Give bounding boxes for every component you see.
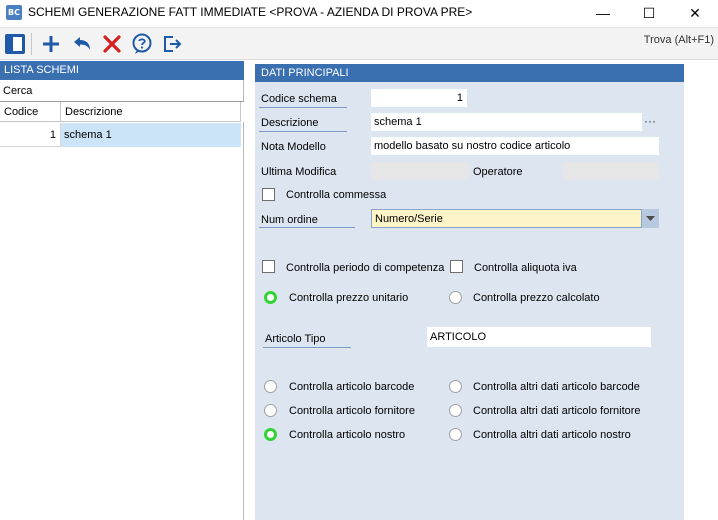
row-description: schema 1 (61, 123, 241, 147)
panel-toggle-button[interactable] (2, 31, 28, 57)
row-code: 1 (0, 123, 61, 147)
articolo-tipo-field[interactable]: ARTICOLO (427, 327, 651, 347)
codice-schema-field[interactable]: 1 (371, 89, 467, 107)
search-input[interactable] (44, 82, 243, 100)
help-button[interactable] (129, 31, 155, 57)
detail-panel: DATI PRINCIPALI Codice schema 1 Descrizi… (245, 61, 718, 520)
find-button[interactable]: Trova (Alt+F1) (644, 34, 714, 46)
ultima-modifica-label: Ultima Modifica (261, 166, 337, 178)
altri-dati-nostro-radio[interactable] (449, 428, 462, 441)
delete-button[interactable] (99, 31, 125, 57)
codice-schema-label: Codice schema (261, 93, 337, 105)
exit-button[interactable] (159, 31, 185, 57)
controlla-commessa-label: Controlla commessa (286, 189, 387, 201)
window-title: SCHEMI GENERAZIONE FATT IMMEDIATE <PROVA… (28, 5, 473, 19)
exit-icon (164, 36, 182, 52)
prezzo-unitario-radio[interactable] (264, 291, 277, 304)
controlla-periodo-checkbox[interactable] (262, 260, 275, 273)
app-icon: BC (6, 5, 22, 20)
articolo-barcode-label: Controlla articolo barcode (289, 381, 415, 393)
altri-dati-barcode-label: Controlla altri dati articolo barcode (473, 381, 640, 393)
table-row[interactable]: 1 schema 1 (0, 123, 241, 147)
controlla-aliquota-label: Controlla aliquota iva (474, 262, 577, 274)
help-icon (132, 33, 152, 54)
prezzo-calcolato-radio[interactable] (449, 291, 462, 304)
column-header-descrizione[interactable]: Descrizione (61, 102, 241, 122)
operatore-label: Operatore (473, 166, 523, 178)
minimize-icon: — (596, 5, 610, 21)
undo-button[interactable] (69, 31, 95, 57)
toolbar-separator (31, 33, 32, 55)
ultima-modifica-field (371, 162, 469, 180)
undo-icon (74, 37, 90, 50)
grid-header-filler (241, 102, 244, 122)
schema-list-panel: LISTA SCHEMI Cerca Codice Descrizione 1 … (0, 61, 244, 520)
articolo-fornitore-radio[interactable] (264, 404, 277, 417)
controlla-commessa-checkbox[interactable] (262, 188, 275, 201)
articolo-fornitore-label: Controlla articolo fornitore (289, 405, 415, 417)
form-header: DATI PRINCIPALI (255, 64, 684, 82)
label-underline (259, 227, 355, 228)
label-underline (259, 131, 347, 132)
articolo-nostro-radio[interactable] (264, 428, 277, 441)
schema-grid: Codice Descrizione 1 schema 1 (0, 101, 244, 520)
nota-modello-label: Nota Modello (261, 141, 326, 153)
title-bar: BC SCHEMI GENERAZIONE FATT IMMEDIATE <PR… (0, 0, 718, 26)
altri-dati-fornitore-radio[interactable] (449, 404, 462, 417)
prezzo-unitario-label: Controlla prezzo unitario (289, 292, 409, 304)
list-header: LISTA SCHEMI (0, 61, 244, 80)
maximize-icon: ☐ (642, 4, 656, 21)
altri-dati-nostro-label: Controlla altri dati articolo nostro (473, 429, 631, 441)
close-window-button[interactable]: ✕ (672, 0, 718, 26)
articolo-tipo-label: Articolo Tipo (265, 333, 326, 345)
altri-dati-barcode-radio[interactable] (449, 380, 462, 393)
label-underline (259, 107, 347, 108)
num-ordine-dropdown-button[interactable] (642, 209, 659, 228)
chevron-down-icon (646, 215, 655, 221)
num-ordine-label: Num ordine (261, 214, 318, 226)
main-data-form: DATI PRINCIPALI Codice schema 1 Descrizi… (255, 64, 684, 520)
panel-toggle-icon (5, 34, 25, 54)
controlla-aliquota-checkbox[interactable] (450, 260, 463, 273)
descrizione-label: Descrizione (261, 117, 319, 129)
plus-icon (43, 36, 59, 52)
descrizione-field[interactable]: schema 1 (371, 113, 642, 131)
toolbar: Trova (Alt+F1) (0, 27, 718, 60)
search-label: Cerca (3, 85, 33, 97)
num-ordine-select[interactable]: Numero/Serie (371, 209, 642, 228)
minimize-button[interactable]: — (580, 0, 626, 26)
altri-dati-fornitore-label: Controlla altri dati articolo fornitore (473, 405, 641, 417)
operatore-field (563, 162, 659, 180)
close-icon: ✕ (689, 4, 701, 21)
prezzo-calcolato-label: Controlla prezzo calcolato (473, 292, 600, 304)
add-button[interactable] (38, 31, 64, 57)
column-header-codice[interactable]: Codice (0, 102, 61, 122)
label-underline (263, 347, 351, 348)
nota-modello-field[interactable]: modello basato su nostro codice articolo (371, 137, 659, 155)
articolo-barcode-radio[interactable] (264, 380, 277, 393)
articolo-nostro-label: Controlla articolo nostro (289, 429, 406, 441)
lookup-ellipsis-icon[interactable]: ··· (644, 114, 656, 128)
maximize-button[interactable]: ☐ (626, 0, 672, 26)
controlla-periodo-label: Controlla periodo di competenza (286, 262, 445, 274)
delete-x-icon (103, 35, 121, 53)
